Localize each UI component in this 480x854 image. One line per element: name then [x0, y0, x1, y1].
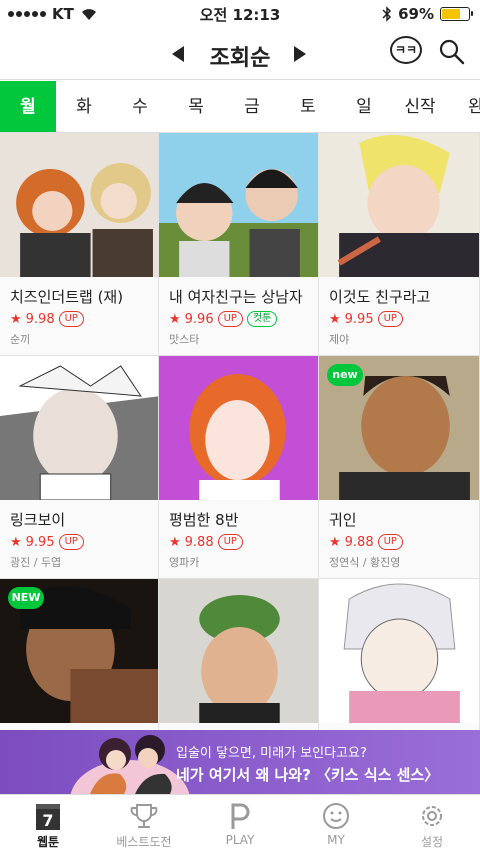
up-badge: UP [217, 311, 243, 327]
promo-banner[interactable]: 입술이 닿으면, 미래가 보인다고요? 네가 여기서 왜 나와? 〈키스 식스 … [0, 730, 480, 794]
tab-day-4[interactable]: 금 [224, 81, 280, 132]
nav-label: 웹툰 [36, 835, 60, 849]
nav-label: PLAY [225, 833, 255, 847]
comic-card[interactable]: 치즈인더트랩 (재) ★ 9.98 UP 순끼 [0, 133, 159, 356]
comic-title: 치즈인더트랩 (재) [10, 288, 124, 306]
comic-title: 평범한 8반 [169, 511, 239, 529]
star-icon: ★ [10, 311, 22, 327]
comic-rating: 9.88 [184, 534, 214, 550]
comic-thumbnail [159, 133, 318, 277]
comic-author: 순끼 [10, 333, 31, 346]
smiley-icon [288, 801, 384, 831]
comic-thumbnail [0, 133, 158, 277]
tab-day-1[interactable]: 화 [56, 81, 112, 132]
calendar-7-icon: 7 [0, 801, 96, 831]
comic-title: 귀인 [329, 511, 357, 529]
comic-thumbnail [0, 356, 158, 500]
tab-day-7[interactable]: 신작 [392, 81, 448, 132]
star-icon: ★ [169, 534, 181, 550]
tab-day-6[interactable]: 일 [336, 81, 392, 132]
up-badge: UP [58, 311, 84, 327]
comic-rating: 9.98 [25, 311, 55, 327]
banner-title: 네가 여기서 왜 나와? 〈키스 식스 센스〉 [176, 766, 440, 784]
comic-card[interactable]: 내 여자친구는 상남자 ★ 9.96 UP 컷툰맛스타 [159, 133, 319, 356]
comic-title: 이것도 친구라고 [329, 288, 431, 306]
comic-card[interactable]: 평범한 8반 ★ 9.88 UP 영파카 [159, 356, 319, 579]
nav-item-4[interactable]: 설정 [384, 795, 480, 854]
tab-day-8[interactable]: 완 [448, 81, 480, 132]
bluetooth-icon [382, 6, 392, 22]
comic-title: 링크보이 [10, 511, 66, 529]
battery-icon [440, 7, 473, 21]
gear-icon [384, 801, 480, 831]
nav-item-3[interactable]: MY [288, 795, 384, 854]
comic-card[interactable]: 이것도 친구라고 ★ 9.95 UP 제야 [319, 133, 480, 356]
up-badge: UP [217, 534, 243, 550]
comic-title: 내 여자친구는 상남자 [169, 288, 303, 306]
nav-label: 설정 [420, 835, 444, 849]
comic-thumbnail [159, 356, 318, 500]
up-badge: UP [377, 311, 403, 327]
comic-rating: 9.88 [344, 534, 374, 550]
comic-thumbnail [319, 133, 479, 277]
banner-subtitle: 입술이 닿으면, 미래가 보인다고요? [176, 746, 367, 761]
trophy-icon [96, 801, 192, 831]
comic-author: 광진 / 두엽 [10, 556, 62, 569]
star-icon: ★ [329, 534, 341, 550]
comic-author: 정연식 / 황진영 [329, 556, 401, 569]
day-tabs: 월화수목금토일신작완 [0, 81, 480, 133]
star-icon: ★ [329, 311, 341, 327]
comic-author: 제야 [329, 333, 350, 346]
comic-rating: 9.96 [184, 311, 214, 327]
up-badge: UP [377, 534, 403, 550]
tab-day-5[interactable]: 토 [280, 81, 336, 132]
comic-card[interactable]: 링크보이 ★ 9.95 UP 광진 / 두엽 [0, 356, 159, 579]
nav-item-1[interactable]: 베스트도전 [96, 795, 192, 854]
play-p-icon [192, 801, 288, 831]
comic-thumbnail [159, 579, 318, 723]
next-sort-arrow-icon[interactable] [294, 46, 306, 62]
tab-day-0[interactable]: 월 [0, 81, 56, 132]
comic-rating: 9.95 [344, 311, 374, 327]
nav-label: 베스트도전 [116, 835, 172, 849]
comic-rating: 9.95 [25, 534, 55, 550]
comic-author: 맛스타 [169, 333, 200, 346]
nav-item-0[interactable]: 7 웹툰 [0, 795, 96, 854]
new-badge: new [327, 364, 363, 386]
tab-day-3[interactable]: 목 [168, 81, 224, 132]
calendar-day: 7 [42, 811, 53, 830]
comic-thumbnail [319, 579, 479, 723]
star-icon: ★ [10, 534, 22, 550]
cuttoon-badge: 컷툰 [246, 311, 278, 327]
chat-bubble-button[interactable]: ㅋㅋ [390, 36, 422, 64]
search-icon[interactable] [438, 38, 466, 66]
comic-author: 영파카 [169, 556, 200, 569]
comic-thumbnail: NEW [0, 579, 158, 723]
comic-grid: 치즈인더트랩 (재) ★ 9.98 UP 순끼 내 여자친구는 상남자 ★ 9.96 UP 컷툰 맛… [0, 133, 480, 802]
tab-day-2[interactable]: 수 [112, 81, 168, 132]
status-bar: KT 오전 12:13 69% [0, 0, 480, 28]
battery-percent: 69% [398, 5, 434, 23]
star-icon: ★ [169, 311, 181, 327]
nav-item-2[interactable]: PLAY [192, 795, 288, 854]
comic-card[interactable]: new 귀인 ★ 9.88 UP 정연식 / 황진영 [319, 356, 480, 579]
title-bar: 조회순 ㅋㅋ [0, 28, 480, 80]
comic-thumbnail: new [319, 356, 479, 500]
bottom-nav: 7 웹툰 베스트도전 PLAY MY 설정 [0, 794, 480, 854]
up-badge: UP [58, 534, 84, 550]
new-badge: NEW [8, 587, 44, 609]
nav-label: MY [327, 833, 345, 847]
